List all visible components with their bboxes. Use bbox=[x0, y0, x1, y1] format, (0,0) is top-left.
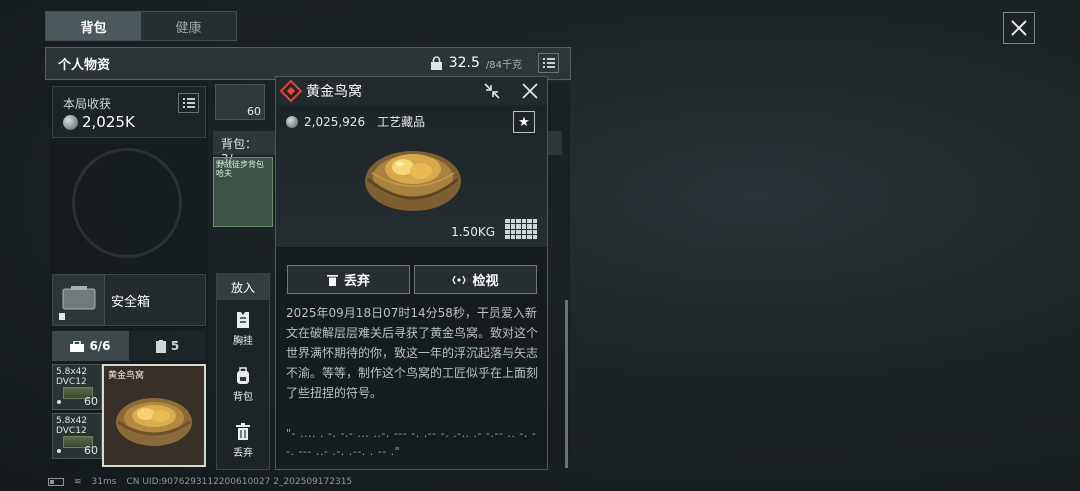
lock-weight-icon bbox=[430, 55, 442, 70]
rarity-diamond-icon bbox=[279, 79, 303, 103]
weight-max: /84千克 bbox=[485, 59, 522, 71]
discard-button[interactable]: 丢弃 bbox=[287, 265, 410, 294]
golden-nest-slot[interactable]: 黄金鸟窝 bbox=[102, 364, 206, 467]
discard-action-button[interactable]: 丢弃 bbox=[217, 418, 269, 464]
safebox-label: 安全箱 bbox=[111, 295, 151, 310]
header-title: 个人物资 bbox=[58, 58, 111, 73]
vest-label: 胸挂 bbox=[233, 336, 253, 347]
backpack-item-slot[interactable]: 60 bbox=[215, 84, 265, 120]
favorite-button[interactable]: ★ bbox=[513, 111, 535, 133]
list-icon bbox=[182, 98, 195, 108]
safebox-icon bbox=[59, 286, 96, 320]
item-detail-popup: 黄金鸟窝 2,025,926 工艺藏品 ★ 1.50KG 丢弃 检视 2025年… bbox=[275, 76, 548, 470]
toolbox-icon bbox=[70, 340, 85, 352]
close-icon bbox=[1011, 20, 1027, 36]
action-column: 放入 胸挂 背包 丢弃 bbox=[216, 273, 270, 470]
item-description: 2025年09月18日07时14分58秒，干员爱入新文在破解层层难关后寻获了黄金… bbox=[286, 306, 539, 400]
safebox-slot[interactable]: 安全箱 bbox=[52, 274, 206, 326]
ammo-label: 5.8x42 DVC12 bbox=[56, 416, 88, 436]
safebox-thumbnail bbox=[53, 275, 105, 325]
move-to-vest-button[interactable]: 胸挂 bbox=[217, 306, 269, 352]
ammo-count: 60 bbox=[84, 444, 98, 457]
close-icon bbox=[522, 83, 538, 99]
golden-nest-image bbox=[365, 151, 461, 211]
subtab-ammo[interactable]: 6/6 bbox=[52, 331, 129, 361]
faction-emblem bbox=[72, 148, 182, 258]
tab-health[interactable]: 健康 bbox=[141, 12, 236, 40]
golden-nest-icon bbox=[116, 398, 192, 446]
inspect-button[interactable]: 检视 bbox=[414, 265, 537, 294]
inspect-button-label: 检视 bbox=[472, 274, 499, 289]
item-count: 60 bbox=[247, 105, 261, 118]
clipboard-icon bbox=[155, 339, 166, 353]
item-image-area: 2,025,926 工艺藏品 ★ 1.50KG bbox=[276, 105, 547, 247]
star-icon: ★ bbox=[518, 114, 530, 130]
backpack-label: 背包 bbox=[233, 392, 253, 403]
top-tabs: 背包 健康 bbox=[45, 11, 237, 41]
close-button[interactable] bbox=[1003, 12, 1035, 44]
scrollbar[interactable] bbox=[565, 300, 568, 468]
sort-list-button[interactable] bbox=[538, 53, 559, 73]
popup-titlebar: 黄金鸟窝 bbox=[276, 77, 547, 105]
right-capacity-bar bbox=[548, 131, 562, 155]
subtab-items-label: 5 bbox=[170, 339, 180, 353]
trash-icon bbox=[236, 423, 250, 440]
weight-value: 32.5 bbox=[448, 55, 480, 71]
subtab-ammo-label: 6/6 bbox=[89, 339, 111, 353]
move-to-backpack-button[interactable]: 背包 bbox=[217, 362, 269, 408]
inspect-eye-icon bbox=[452, 275, 467, 284]
wifi-icon: ≋ bbox=[74, 477, 82, 487]
vest-icon bbox=[237, 312, 249, 328]
popup-title: 黄金鸟窝 bbox=[306, 84, 362, 100]
harvest-value: 2,025K bbox=[63, 113, 135, 131]
put-in-label: 放入 bbox=[217, 274, 269, 300]
weight-indicator: 32.5/84千克 bbox=[430, 55, 522, 71]
harvest-amount: 2,025K bbox=[82, 113, 135, 131]
uid-text: CN UID:9076293112200610027 2_20250917231… bbox=[126, 477, 353, 487]
backpack-equipped-slot[interactable]: 野战徒步背包 哈夫 bbox=[213, 157, 273, 227]
subtab-items[interactable]: 5 bbox=[129, 331, 206, 361]
ammo-label: 5.8x42 DVC12 bbox=[56, 367, 88, 387]
popup-close-button[interactable] bbox=[519, 81, 541, 101]
container-subtabs: 6/6 5 bbox=[52, 331, 206, 361]
coin-icon bbox=[63, 114, 78, 130]
list-icon bbox=[542, 58, 555, 68]
discard-action-label: 丢弃 bbox=[233, 448, 253, 459]
harvest-list-button[interactable] bbox=[178, 93, 199, 113]
ping-value: 31ms bbox=[91, 477, 117, 487]
ammo-count: 60 bbox=[84, 395, 98, 408]
coin-icon bbox=[286, 115, 298, 128]
item-price: 2,025,926 bbox=[304, 114, 366, 129]
tab-backpack[interactable]: 背包 bbox=[46, 12, 141, 40]
engraved-symbols: "- .... . -. -.- ... ..-. --- -. .-- -. … bbox=[286, 427, 537, 458]
item-size-grid-icon bbox=[505, 219, 537, 239]
discard-button-label: 丢弃 bbox=[343, 274, 370, 289]
indicator-dot bbox=[57, 400, 61, 404]
collapse-arrows-icon bbox=[484, 83, 500, 99]
item-weight: 1.50KG bbox=[451, 225, 495, 239]
item-category: 工艺藏品 bbox=[377, 115, 426, 129]
trash-icon bbox=[326, 274, 338, 286]
battery-icon bbox=[48, 478, 64, 486]
harvest-card: 本局收获 2,025K bbox=[52, 86, 206, 138]
backpack-capacity-bar: 背包：3/ bbox=[213, 131, 275, 166]
backpack-icon bbox=[237, 367, 249, 384]
indicator-dot bbox=[57, 449, 61, 453]
item-price-line: 2,025,926 工艺藏品 bbox=[286, 113, 425, 130]
ammo-slot[interactable]: 5.8x42 DVC12 60 bbox=[52, 413, 102, 459]
collapse-button[interactable] bbox=[481, 81, 503, 101]
harvest-label: 本局收获 bbox=[63, 97, 112, 111]
ammo-slot[interactable]: 5.8x42 DVC12 60 bbox=[52, 364, 102, 410]
status-bar: ≋ 31ms CN UID:9076293112200610027 2_2025… bbox=[48, 477, 352, 487]
